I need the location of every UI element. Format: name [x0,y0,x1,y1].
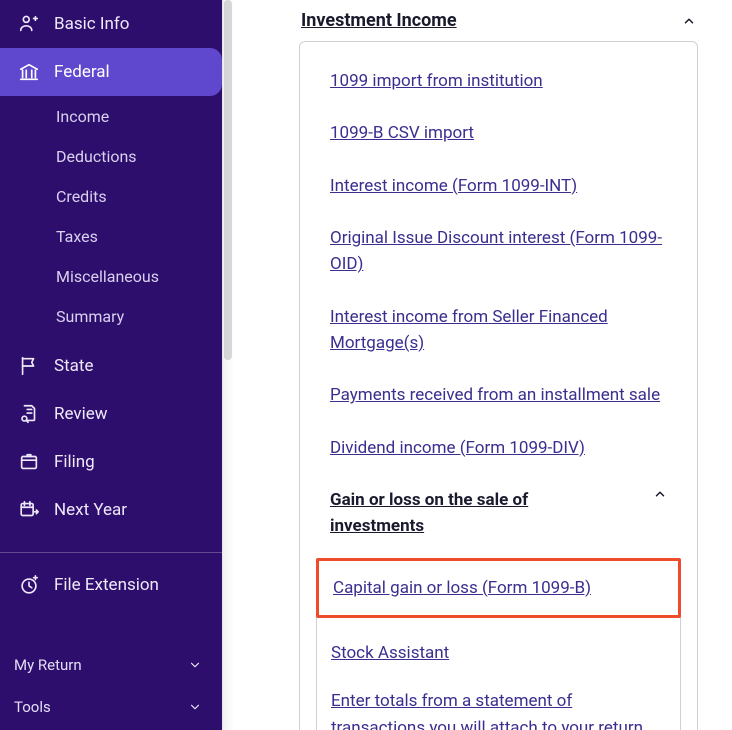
sidebar-subitem-deductions[interactable]: Deductions [0,136,222,176]
highlighted-item: Capital gain or loss (Form 1099-B) [316,558,681,618]
chevron-up-icon [682,14,696,28]
link-enter-totals-statement[interactable]: Enter totals from a statement of transac… [331,691,643,730]
sidebar-item-label: File Extension [54,575,159,595]
sidebar-item-federal[interactable]: Federal [0,48,222,96]
link-installment-sale[interactable]: Payments received from an installment sa… [330,385,660,405]
sidebar-item-filing[interactable]: Filing [0,438,222,486]
sidebar-subitem-credits[interactable]: Credits [0,176,222,216]
sidebar-dropdown-tools[interactable]: Tools [0,686,222,728]
gov-building-icon [18,61,40,83]
link-interest-income-1099int[interactable]: Interest income (Form 1099-INT) [330,176,577,196]
subsection-header-gain-loss[interactable]: Gain or loss on the sale of investments [330,487,667,540]
sidebar-item-next-year[interactable]: Next Year [0,486,222,534]
document-search-icon [18,403,40,425]
subsection-title: Gain or loss on the sale of investments [330,487,550,540]
link-stock-assistant[interactable]: Stock Assistant [331,643,449,663]
link-seller-financed-mortgage[interactable]: Interest income from Seller Financed Mor… [330,307,608,353]
chevron-down-icon [188,700,202,714]
nav-list: Basic Info Federal Income Deductions Cre… [0,0,222,534]
sidebar-dropdown-my-return[interactable]: My Return [0,644,222,686]
sidebar-item-review[interactable]: Review [0,390,222,438]
sidebar-item-file-extension[interactable]: File Extension [0,561,222,609]
filing-icon [18,451,40,473]
sidebar-item-label: Filing [54,452,95,472]
link-oid-interest-1099oid[interactable]: Original Issue Discount interest (Form 1… [330,228,662,274]
sidebar-item-label: Next Year [54,500,127,520]
flag-icon [18,355,40,377]
link-capital-gain-loss-1099b[interactable]: Capital gain or loss (Form 1099-B) [333,578,591,598]
clock-plus-icon [18,574,40,596]
main-content: Investment Income 1099 import from insti… [222,0,732,730]
section-panel: 1099 import from institution 1099-B CSV … [299,41,698,730]
chevron-up-icon [653,487,667,501]
sidebar-subitem-misc[interactable]: Miscellaneous [0,256,222,296]
sidebar-footer: My Return Tools [0,638,222,730]
sidebar: Basic Info Federal Income Deductions Cre… [0,0,222,730]
nav-list-extra: File Extension [0,561,222,609]
sidebar-subitem-summary[interactable]: Summary [0,296,222,336]
sidebar-dropdown-label: My Return [14,656,82,674]
sidebar-subitem-taxes[interactable]: Taxes [0,216,222,256]
sidebar-subitem-income[interactable]: Income [0,96,222,136]
sidebar-item-basic-info[interactable]: Basic Info [0,0,222,48]
federal-subnav: Income Deductions Credits Taxes Miscella… [0,96,222,336]
sidebar-divider [0,552,222,553]
person-icon [18,13,40,35]
sidebar-item-label: State [54,356,93,376]
chevron-down-icon [188,658,202,672]
subsection-panel: Capital gain or loss (Form 1099-B) Stock… [316,558,681,730]
sidebar-item-label: Federal [54,62,110,82]
sub-link-list: Capital gain or loss (Form 1099-B) Stock… [317,558,680,730]
section-header-investment-income[interactable]: Investment Income [299,8,698,41]
sidebar-item-label: Basic Info [54,14,129,34]
calendar-next-icon [18,499,40,521]
link-dividend-income-1099div[interactable]: Dividend income (Form 1099-DIV) [330,438,585,458]
sidebar-item-label: Review [54,404,108,424]
sidebar-item-state[interactable]: State [0,342,222,390]
link-1099-import[interactable]: 1099 import from institution [330,71,543,91]
sidebar-dropdown-label: Tools [14,698,51,716]
link-1099b-csv-import[interactable]: 1099-B CSV import [330,123,474,143]
section-title: Investment Income [301,10,457,31]
link-list: 1099 import from institution 1099-B CSV … [330,68,667,461]
